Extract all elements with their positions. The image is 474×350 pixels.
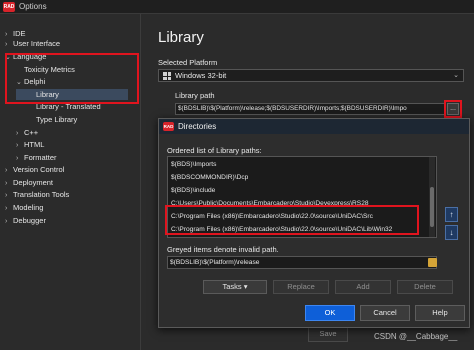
tree-item-label: Type Library xyxy=(36,115,78,124)
tree-item-label: Translation Tools xyxy=(13,190,70,199)
path-list-item[interactable]: $(BDS)\include xyxy=(171,185,215,196)
cancel-button[interactable]: Cancel xyxy=(360,305,410,321)
tree-item-deployment[interactable]: › Deployment xyxy=(5,177,53,188)
chevron-right-icon: › xyxy=(5,41,8,48)
browse-highlight-box xyxy=(444,100,462,118)
tree-item-label: Deployment xyxy=(13,178,54,187)
unidac-paths-highlight-box xyxy=(165,205,419,235)
library-path-input[interactable]: $(BDSLIB)\$(Platform)\release;$(BDSUSERD… xyxy=(175,103,445,115)
delete-button[interactable]: Delete xyxy=(397,280,453,294)
tasks-label: Tasks xyxy=(222,282,242,291)
dialog-titlebar: RAD Directories xyxy=(159,119,469,134)
add-button[interactable]: Add xyxy=(335,280,391,294)
chevron-right-icon: › xyxy=(5,218,8,225)
chevron-right-icon: › xyxy=(5,205,8,212)
invalid-path-note: Greyed items denote invalid path. xyxy=(167,245,279,254)
watermark: CSDN @__Cabbage__ xyxy=(374,332,458,341)
path-list-item[interactable]: $(BDS)\Imports xyxy=(171,159,216,170)
move-up-button[interactable]: ↑ xyxy=(445,207,458,222)
rad-studio-icon: RAD xyxy=(3,2,15,12)
tree-divider xyxy=(140,14,141,350)
ok-button[interactable]: OK xyxy=(305,305,355,321)
tasks-button[interactable]: Tasks ▾ xyxy=(203,280,267,294)
tree-item-label: User Interface xyxy=(13,39,61,48)
window-title: Options xyxy=(19,2,47,11)
options-titlebar: RAD Options xyxy=(0,0,474,14)
chevron-right-icon: › xyxy=(16,142,19,149)
tree-item-label: HTML xyxy=(24,140,45,149)
platform-select[interactable]: Windows 32-bit ⌄ xyxy=(158,69,464,82)
tree-item-modeling[interactable]: › Modeling xyxy=(5,202,43,213)
scrollbar-thumb[interactable] xyxy=(430,187,434,227)
arrow-down-icon: ↓ xyxy=(449,228,454,237)
tree-item-label: C++ xyxy=(24,128,39,137)
tree-item-label: Debugger xyxy=(13,216,46,225)
chevron-right-icon: › xyxy=(5,180,8,187)
tree-item-formatter[interactable]: › Formatter xyxy=(16,152,57,163)
replace-button[interactable]: Replace xyxy=(273,280,329,294)
new-path-input[interactable]: $(BDSLIB)\$(Platform)\release xyxy=(167,256,437,269)
move-down-button[interactable]: ↓ xyxy=(445,225,458,240)
chevron-down-icon: ⌄ xyxy=(453,72,459,79)
tree-item-label: IDE xyxy=(13,29,26,38)
arrow-up-icon: ↑ xyxy=(449,210,454,219)
tree-item-label: Version Control xyxy=(13,165,65,174)
paths-list-label: Ordered list of Library paths: xyxy=(167,146,262,155)
directories-dialog: RAD Directories Ordered list of Library … xyxy=(158,118,470,328)
tree-item-translation-tools[interactable]: › Translation Tools xyxy=(5,189,69,200)
chevron-right-icon: › xyxy=(16,130,19,137)
tree-item-type-library[interactable]: Type Library xyxy=(28,114,77,125)
chevron-right-icon: › xyxy=(16,155,19,162)
language-highlight-box xyxy=(5,53,139,104)
tree-item-version-control[interactable]: › Version Control xyxy=(5,164,64,175)
library-path-label: Library path xyxy=(175,91,215,100)
paths-list-scrollbar[interactable] xyxy=(429,157,435,237)
help-button[interactable]: Help xyxy=(415,305,465,321)
tree-item-user-interface[interactable]: › User Interface xyxy=(5,38,60,49)
platform-label: Selected Platform xyxy=(158,58,218,67)
save-button[interactable]: Save xyxy=(308,326,348,342)
tree-item-debugger[interactable]: › Debugger xyxy=(5,215,46,226)
path-list-item[interactable]: $(BDSCOMMONDIR)\Dcp xyxy=(171,172,248,183)
tree-item-label: Modeling xyxy=(13,203,44,212)
platform-value: Windows 32-bit xyxy=(175,71,227,80)
windows-icon xyxy=(163,72,171,80)
tree-item-c[interactable]: › C++ xyxy=(16,127,38,138)
folder-icon[interactable] xyxy=(428,258,437,267)
tree-item-html[interactable]: › HTML xyxy=(16,139,44,150)
page-title: Library xyxy=(158,29,204,46)
tree-item-label: Formatter xyxy=(24,153,57,162)
rad-studio-icon: RAD xyxy=(163,122,174,131)
dialog-title: Directories xyxy=(178,122,217,131)
chevron-right-icon: › xyxy=(5,192,8,199)
chevron-down-icon: ▾ xyxy=(243,282,248,291)
chevron-right-icon: › xyxy=(5,167,8,174)
